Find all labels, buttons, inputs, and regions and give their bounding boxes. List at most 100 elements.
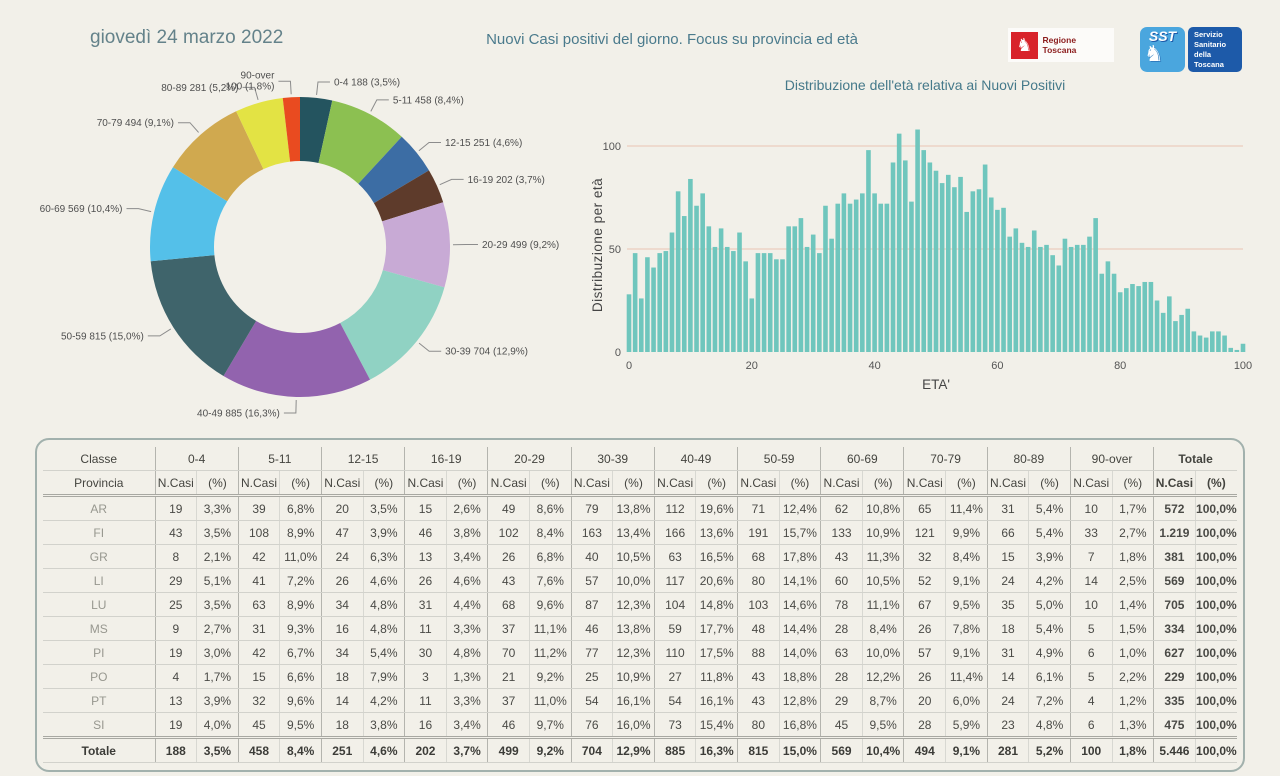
table-cell: 13,4% <box>612 520 655 545</box>
table-cell: 4,8% <box>1028 712 1071 738</box>
age-bar-67 <box>1038 246 1043 352</box>
histogram-title: Distribuzione dell'età relativa ai Nuovi… <box>784 77 1066 93</box>
table-cell: 68 <box>737 544 780 569</box>
row-label: AR <box>43 495 156 521</box>
table-cell: 12,3% <box>612 592 655 617</box>
subheader-pct: (%) <box>862 470 905 497</box>
age-bar-27 <box>792 226 798 352</box>
table-cell: 49 <box>487 495 530 521</box>
column-header-20-29: 20-29 <box>487 447 572 471</box>
table-cell: 10,9% <box>612 664 655 689</box>
x-tick-label: 100 <box>1234 360 1252 372</box>
age-bar-83 <box>1136 286 1141 352</box>
subheader-pct: (%) <box>945 470 988 497</box>
table-cell: 2,7% <box>196 616 239 641</box>
table-cell: 43 <box>737 688 780 713</box>
subheader-pct: (%) <box>529 470 572 497</box>
age-bar-17 <box>731 251 736 352</box>
table-cell: 202 <box>404 736 447 763</box>
age-bar-20 <box>749 298 755 352</box>
table-cell: 9,6% <box>529 592 572 617</box>
subheader-pct: (%) <box>1028 470 1071 497</box>
age-bar-60 <box>995 209 1000 352</box>
age-bar-45 <box>903 160 908 352</box>
column-header-80-89: 80-89 <box>987 447 1071 471</box>
row-label: MS <box>43 616 156 641</box>
province-age-table-card: Classe 0-4 5-11 12-15 16-19 20-29 30-39 40-49 50… <box>35 438 1245 772</box>
table-cell: 43 <box>737 664 780 689</box>
table-cell: 13 <box>155 688 198 713</box>
table-cell: 10,4% <box>862 736 905 763</box>
table-cell: 45 <box>238 712 281 738</box>
label-leader-line <box>177 122 199 133</box>
table-cell: 68 <box>487 592 530 617</box>
table-cell: 458 <box>238 736 281 763</box>
table-cell: 10,5% <box>862 568 905 593</box>
table-cell: 67 <box>903 592 947 617</box>
age-bar-40 <box>872 193 877 352</box>
age-bar-70 <box>1056 265 1062 352</box>
table-cell: 79 <box>571 495 614 521</box>
table-cell: 47 <box>321 520 364 545</box>
table-cell: 14,8% <box>695 592 739 617</box>
table-cell: 4,2% <box>1028 568 1071 593</box>
table-cell: 4 <box>155 664 198 689</box>
table-cell: 33 <box>1070 520 1113 545</box>
column-header-Totale: Totale <box>1153 447 1237 471</box>
age-bar-100 <box>1240 343 1246 352</box>
table-cell: 42 <box>238 544 281 569</box>
table-cell: 8,4% <box>529 520 572 545</box>
label-leader-line <box>278 80 292 95</box>
table-cell: 88 <box>737 640 780 665</box>
table-cell: 9,2% <box>529 736 572 763</box>
table-cell: 6,1% <box>1028 664 1071 689</box>
table-cell: 281 <box>987 736 1030 763</box>
table-cell: 1,5% <box>1112 616 1155 641</box>
report-date: giovedì 24 marzo 2022 <box>90 27 284 48</box>
age-bar-90 <box>1179 314 1184 352</box>
subheader-ncasi: N.Casi <box>903 470 947 497</box>
table-cell: 4,4% <box>446 592 489 617</box>
table-cell: 7,2% <box>1028 688 1071 713</box>
table-cell: 16 <box>404 712 447 738</box>
age-bar-85 <box>1148 281 1154 352</box>
age-bar-86 <box>1154 300 1160 352</box>
table-cell: 11,4% <box>945 664 988 689</box>
age-bar-32 <box>823 205 828 352</box>
table-cell: 14 <box>1070 568 1113 593</box>
table-cell: 11 <box>404 688 447 713</box>
table-cell: 17,5% <box>695 640 739 665</box>
column-header-70-79: 70-79 <box>903 447 988 471</box>
subheader-pct: (%) <box>612 470 655 497</box>
table-cell: 18 <box>321 712 364 738</box>
label-leader-line <box>316 81 330 95</box>
age-bar-55 <box>964 211 969 352</box>
table-cell: 7,2% <box>279 568 322 593</box>
subheader-ncasi: N.Casi <box>404 470 447 497</box>
table-cell: 15,7% <box>779 520 822 545</box>
subheader-ncasi: N.Casi <box>1070 470 1113 497</box>
x-axis-label: ETA' <box>922 377 950 392</box>
table-cell: 31 <box>404 592 447 617</box>
table-cell: 4,8% <box>363 592 406 617</box>
table-cell: 26 <box>903 664 947 689</box>
table-cell: 80 <box>737 712 780 738</box>
table-cell: 87 <box>571 592 614 617</box>
row-label: PT <box>43 688 156 713</box>
age-bar-68 <box>1044 244 1049 352</box>
age-bar-38 <box>860 193 865 352</box>
age-bar-18 <box>737 232 742 352</box>
table-cell: 569 <box>820 736 863 763</box>
table-cell: 41 <box>238 568 281 593</box>
table-cell: 335 <box>1153 688 1196 713</box>
age-bar-24 <box>774 259 779 352</box>
table-cell: 4,9% <box>1028 640 1071 665</box>
age-bar-79 <box>1111 273 1117 352</box>
donut-label-40-49: 40-49 885 (16,3%) <box>197 408 280 419</box>
column-header-30-39: 30-39 <box>571 447 655 471</box>
table-cell: 1,3% <box>1112 712 1155 738</box>
age-bar-3 <box>645 257 650 352</box>
subheader-ncasi: N.Casi <box>654 470 697 497</box>
table-cell: 65 <box>903 495 947 521</box>
table-cell: 6,3% <box>363 544 406 569</box>
